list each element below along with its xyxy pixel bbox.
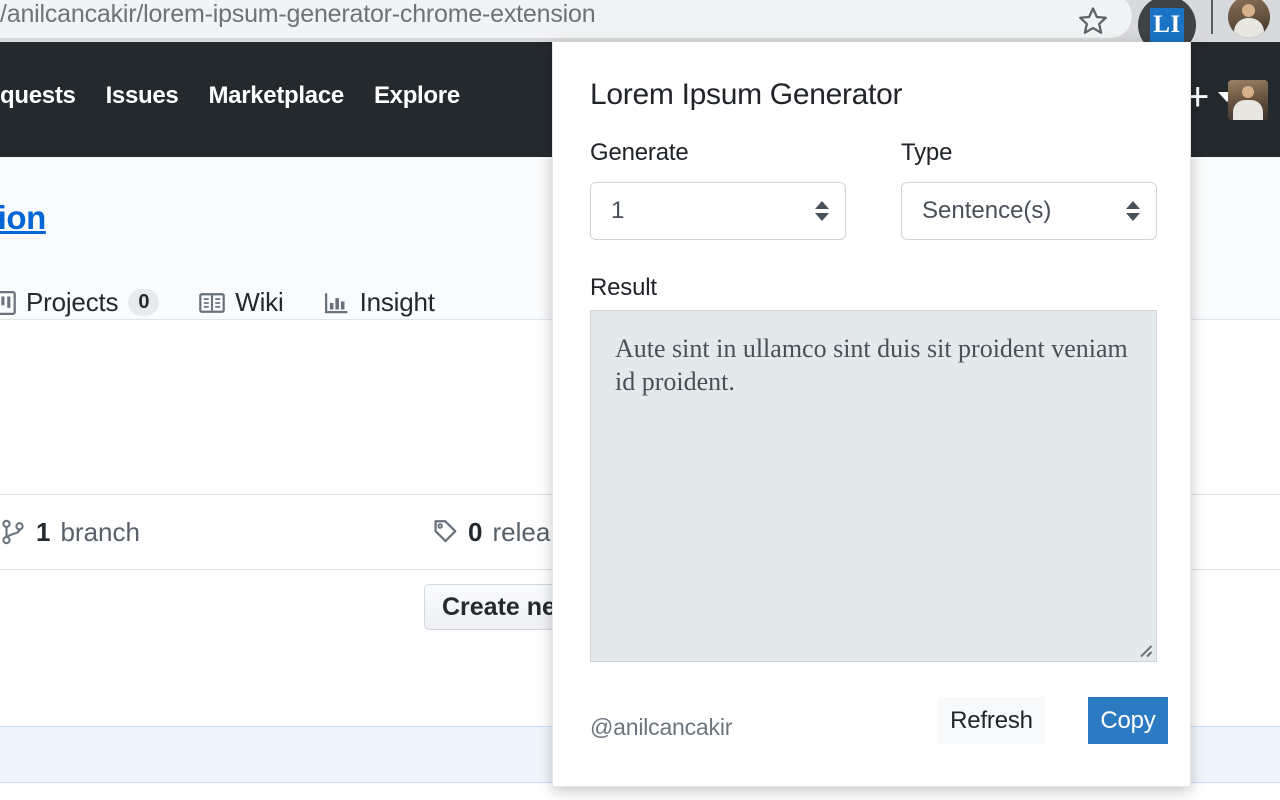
avatar-body	[1234, 18, 1264, 38]
book-icon	[199, 290, 225, 316]
stat-releases-count: 0	[468, 517, 482, 548]
branch-icon	[0, 519, 26, 545]
result-textarea[interactable]: Aute sint in ullamco sint duis sit proid…	[590, 310, 1157, 662]
copy-button[interactable]: Copy	[1088, 697, 1168, 744]
browser-profile-avatar[interactable]	[1228, 0, 1270, 38]
stat-branches-count: 1	[36, 517, 50, 548]
address-bar-url: /anilcancakir/lorem-ipsum-generator-chro…	[0, 0, 595, 34]
generate-number-value: 1	[611, 197, 624, 225]
nav-item-issues[interactable]: Issues	[106, 82, 179, 110]
project-board-icon	[0, 290, 16, 316]
tag-icon	[432, 519, 458, 545]
screen: quests Issues Marketplace Explore + r-ch…	[0, 0, 1280, 800]
avatar-body	[1233, 100, 1263, 120]
repo-tab-wiki-label: Wiki	[235, 287, 283, 318]
star-icon[interactable]	[1076, 4, 1110, 38]
generate-number-input[interactable]: 1	[590, 182, 846, 240]
avatar-head	[1242, 4, 1255, 17]
type-select[interactable]: Sentence(s)	[901, 182, 1157, 240]
repo-tab-bar: Projects 0 Wiki	[0, 287, 435, 318]
spinner-arrows-icon[interactable]	[1126, 201, 1140, 221]
lorem-ipsum-extension-icon: LI	[1150, 8, 1184, 42]
type-label: Type	[901, 139, 952, 167]
nav-item-marketplace[interactable]: Marketplace	[208, 82, 343, 110]
stat-branches[interactable]: 1 branch	[0, 517, 140, 548]
repo-tab-wiki[interactable]: Wiki	[199, 287, 283, 318]
github-profile-avatar[interactable]	[1228, 80, 1268, 120]
repo-tab-insights[interactable]: Insight	[324, 287, 435, 318]
repo-tab-projects[interactable]: Projects 0	[0, 287, 159, 318]
stat-releases-label: relea	[492, 517, 550, 548]
repo-tab-projects-label: Projects	[26, 287, 118, 318]
spinner-down-arrow[interactable]	[1126, 213, 1140, 221]
browser-toolbar: /anilcancakir/lorem-ipsum-generator-chro…	[0, 0, 1280, 42]
resize-handle-icon[interactable]	[1135, 640, 1153, 658]
refresh-button[interactable]: Refresh	[938, 697, 1045, 744]
github-nav: quests Issues Marketplace Explore	[0, 76, 460, 116]
popup-footer: @anilcancakir Refresh Copy	[553, 697, 1192, 787]
extension-popup: Lorem Ipsum Generator Generate Type 1 Se…	[552, 42, 1191, 787]
type-select-value: Sentence(s)	[922, 197, 1051, 225]
stat-releases[interactable]: 0 relea	[432, 517, 550, 548]
toolbar-divider	[1211, 0, 1213, 34]
generate-label: Generate	[590, 139, 688, 167]
stat-branches-label: branch	[60, 517, 140, 548]
author-handle: @anilcancakir	[590, 714, 732, 741]
nav-item-pull-requests[interactable]: quests	[0, 82, 76, 110]
repo-tab-insights-label: Insight	[360, 287, 435, 318]
graph-icon	[324, 290, 350, 316]
address-bar[interactable]: /anilcancakir/lorem-ipsum-generator-chro…	[0, 0, 1132, 38]
spinner-up-arrow[interactable]	[1126, 201, 1140, 209]
popup-title: Lorem Ipsum Generator	[590, 78, 902, 112]
repo-title-link[interactable]: r-chrome-extension	[0, 199, 46, 237]
spinner-up-arrow[interactable]	[815, 201, 829, 209]
result-text: Aute sint in ullamco sint duis sit proid…	[615, 334, 1128, 396]
spinner-arrows-icon[interactable]	[815, 201, 829, 221]
avatar-head	[1242, 86, 1254, 98]
repo-tab-projects-count: 0	[128, 289, 159, 316]
nav-item-explore[interactable]: Explore	[374, 82, 460, 110]
result-label: Result	[590, 274, 657, 302]
spinner-down-arrow[interactable]	[815, 213, 829, 221]
